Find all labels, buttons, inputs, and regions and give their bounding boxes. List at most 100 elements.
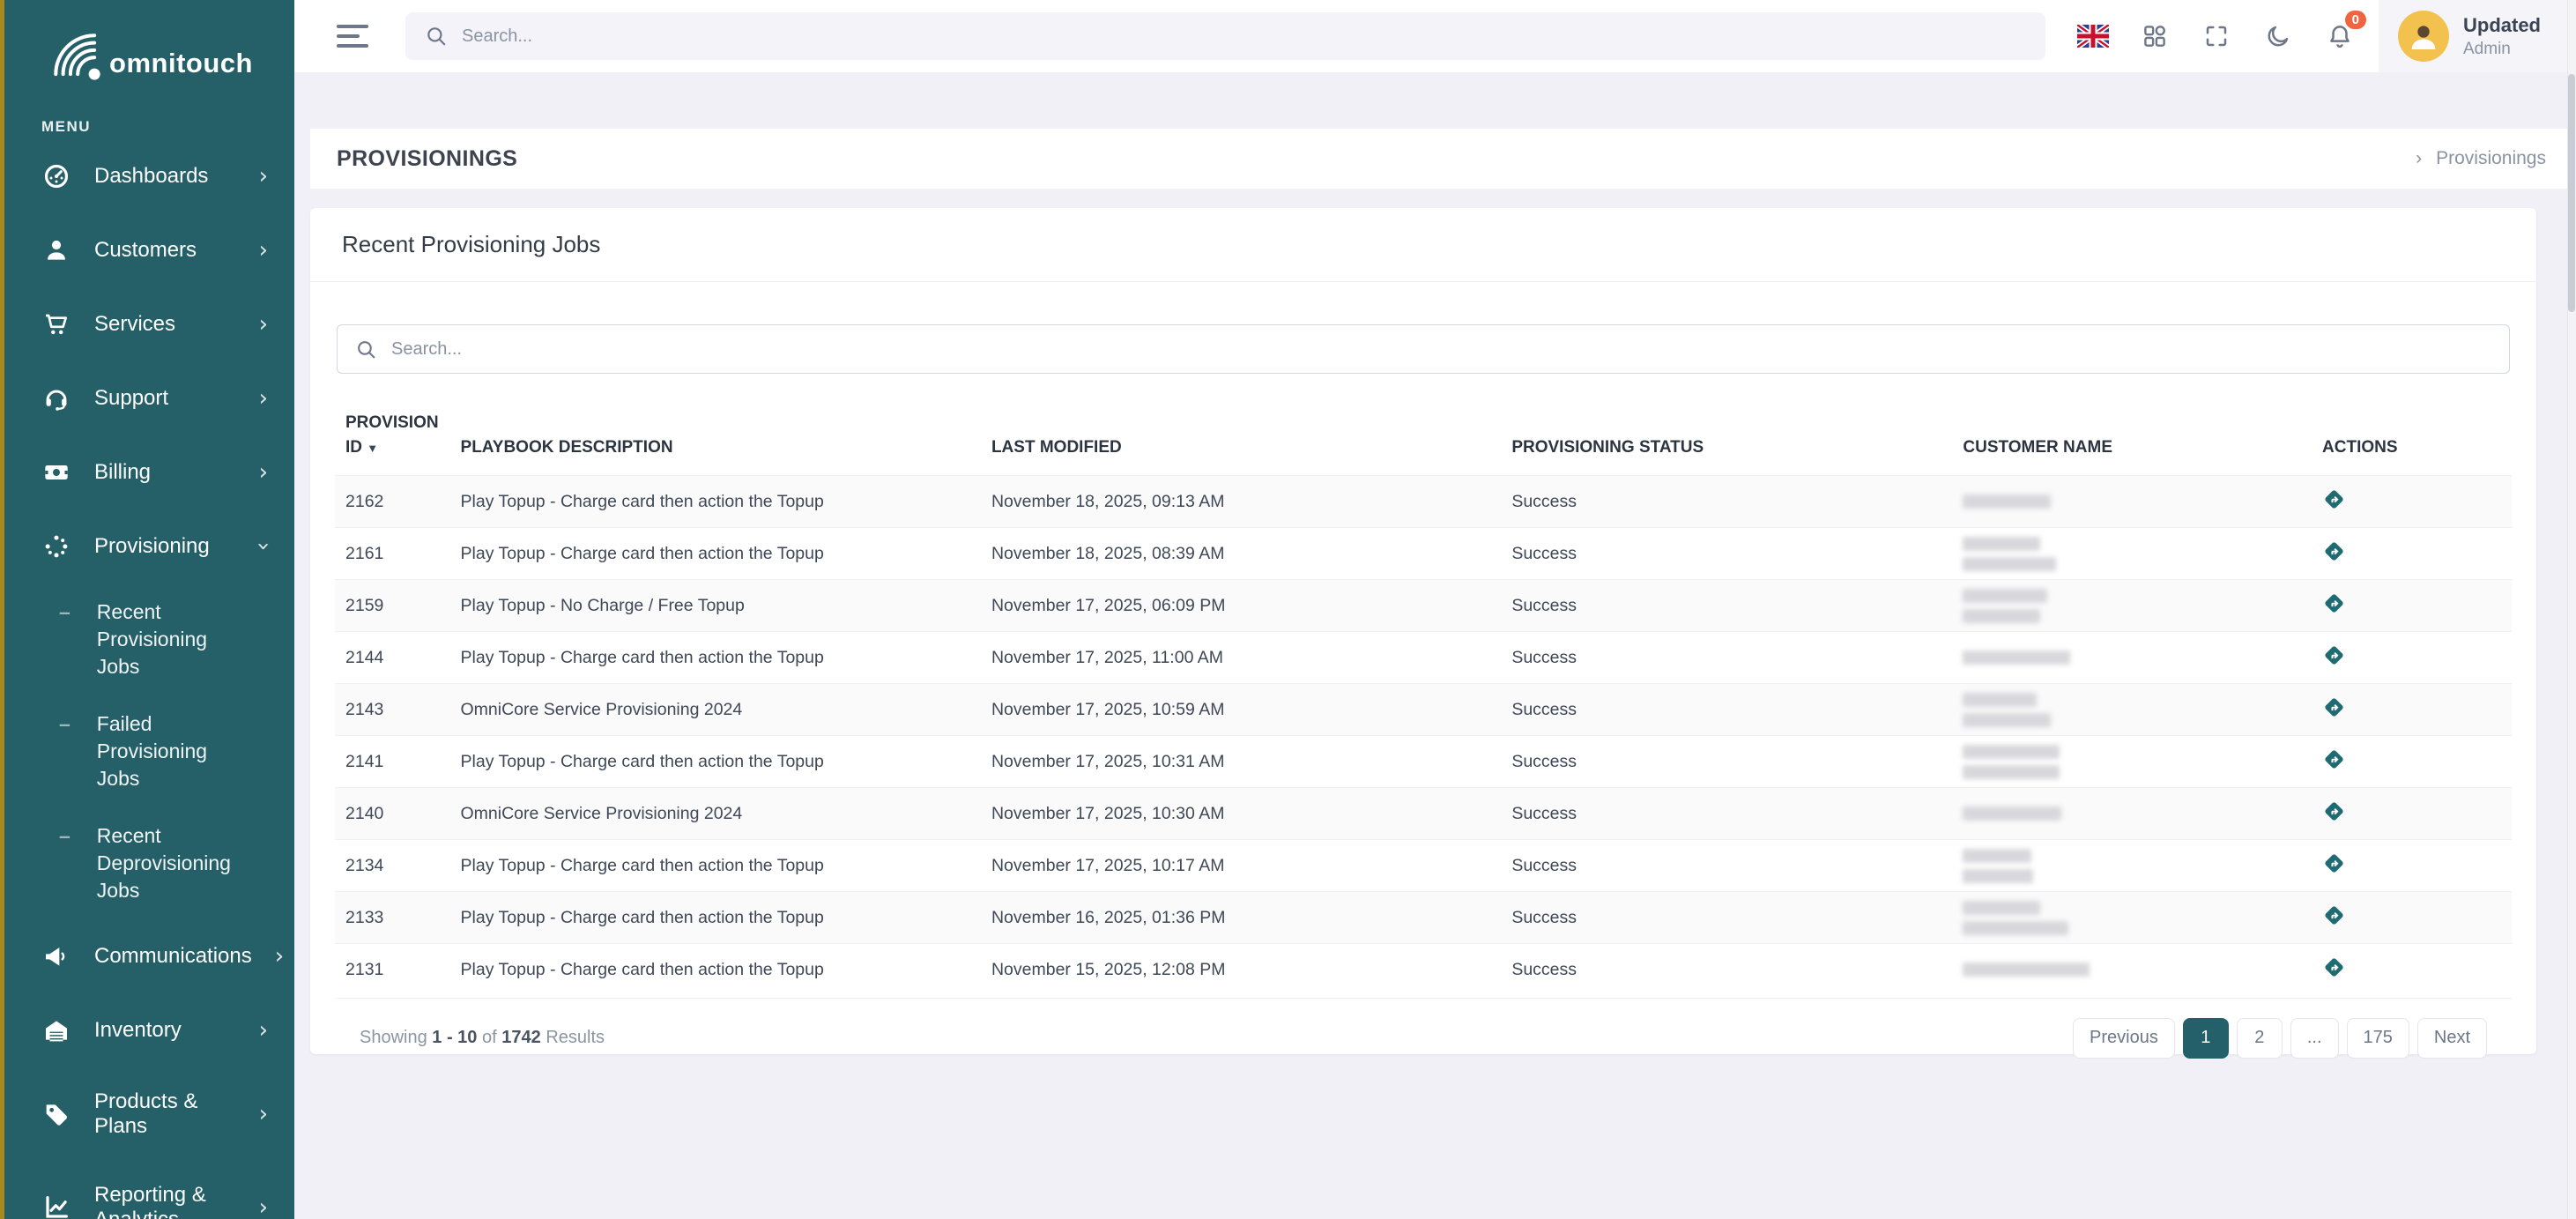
sidebar-item-provisioning[interactable]: Provisioning› bbox=[4, 509, 294, 583]
sidebar-subitem-recent-deprovisioning-jobs[interactable]: –Recent Deprovisioning Jobs bbox=[4, 807, 294, 919]
table-search bbox=[337, 324, 2510, 374]
language-flag-button[interactable] bbox=[2068, 11, 2118, 61]
cell-playbook-description: Play Topup - Charge card then action the… bbox=[450, 476, 981, 528]
chevron-right-icon: › bbox=[259, 313, 268, 336]
cell-actions bbox=[2312, 476, 2512, 528]
cell-provision-id: 2143 bbox=[335, 684, 450, 736]
table-header-row: PROVISION ID ▼PLAYBOOK DESCRIPTIONLAST M… bbox=[335, 400, 2512, 476]
cell-customer-name bbox=[1952, 788, 2312, 840]
cell-provision-id: 2144 bbox=[335, 632, 450, 684]
row-action-button[interactable] bbox=[2322, 955, 2346, 979]
cell-playbook-description: Play Topup - Charge card then action the… bbox=[450, 736, 981, 788]
directions-icon bbox=[2322, 851, 2346, 875]
sidebar-subitem-recent-provisioning-jobs[interactable]: –Recent Provisioning Jobs bbox=[4, 583, 294, 695]
headset-icon bbox=[42, 384, 71, 413]
page-button-next[interactable]: Next bbox=[2417, 1018, 2487, 1059]
moon-icon bbox=[2265, 23, 2291, 49]
cell-last-modified: November 17, 2025, 10:17 AM bbox=[981, 840, 1501, 892]
apps-grid-button[interactable] bbox=[2130, 11, 2179, 61]
pagination: Previous12...175Next bbox=[2065, 1018, 2487, 1059]
uk-flag-icon bbox=[2077, 25, 2109, 48]
main-area: 0 Updated Admin PROVISIONINGS bbox=[294, 0, 2576, 1219]
row-action-button[interactable] bbox=[2322, 643, 2346, 667]
cell-playbook-description: OmniCore Service Provisioning 2024 bbox=[450, 684, 981, 736]
fullscreen-icon bbox=[2203, 23, 2230, 49]
cell-actions bbox=[2312, 736, 2512, 788]
fullscreen-button[interactable] bbox=[2192, 11, 2241, 61]
page-button-ellipsis[interactable]: ... bbox=[2290, 1018, 2339, 1059]
sidebar-item-services[interactable]: Services› bbox=[4, 287, 294, 361]
directions-icon bbox=[2322, 747, 2346, 771]
column-header-provisioning-status[interactable]: PROVISIONING STATUS bbox=[1501, 400, 1952, 476]
notifications-button[interactable]: 0 bbox=[2315, 11, 2364, 61]
cell-provision-id: 2161 bbox=[335, 528, 450, 580]
provisioning-jobs-table: PROVISION ID ▼PLAYBOOK DESCRIPTIONLAST M… bbox=[335, 400, 2512, 996]
sidebar-item-label: Provisioning bbox=[94, 534, 210, 559]
directions-icon bbox=[2322, 799, 2346, 823]
cell-provisioning-status: Success bbox=[1501, 788, 1952, 840]
cell-actions bbox=[2312, 892, 2512, 944]
row-action-button[interactable] bbox=[2322, 747, 2346, 771]
directions-icon bbox=[2322, 539, 2346, 563]
cell-provisioning-status: Success bbox=[1501, 528, 1952, 580]
row-action-button[interactable] bbox=[2322, 695, 2346, 719]
sidebar-item-inventory[interactable]: Inventory› bbox=[4, 993, 294, 1067]
redacted-customer-name bbox=[1963, 849, 2031, 863]
table-row: 2131Play Topup - Charge card then action… bbox=[335, 944, 2512, 996]
column-header-last-modified[interactable]: LAST MODIFIED bbox=[981, 400, 1501, 476]
brand-logo[interactable]: omnitouch bbox=[4, 0, 294, 85]
apps-icon bbox=[2142, 23, 2168, 49]
cell-actions bbox=[2312, 632, 2512, 684]
sidebar-item-label: Products & Plans bbox=[94, 1089, 236, 1139]
page-button-175[interactable]: 175 bbox=[2347, 1018, 2409, 1059]
sidebar-item-label: Inventory bbox=[94, 1018, 182, 1043]
directions-icon bbox=[2322, 903, 2346, 927]
dark-mode-button[interactable] bbox=[2253, 11, 2303, 61]
table-row: 2141Play Topup - Charge card then action… bbox=[335, 736, 2512, 788]
table-footer: Showing 1 - 10 of 1742 Results Previous1… bbox=[335, 998, 2512, 1081]
column-header-customer-name[interactable]: CUSTOMER NAME bbox=[1952, 400, 2312, 476]
megaphone-icon bbox=[42, 942, 71, 970]
chevron-right-icon: › bbox=[259, 461, 268, 484]
row-action-button[interactable] bbox=[2322, 799, 2346, 823]
table-search-input[interactable] bbox=[391, 339, 2491, 360]
row-action-button[interactable] bbox=[2322, 591, 2346, 615]
sidebar: omnitouch MENU Dashboards›Customers›Serv… bbox=[0, 0, 294, 1219]
sidebar-item-reporting-analytics[interactable]: Reporting & Analytics› bbox=[4, 1161, 294, 1219]
global-search-input[interactable] bbox=[462, 26, 2026, 47]
page-button-previous[interactable]: Previous bbox=[2073, 1018, 2175, 1059]
page-button-1[interactable]: 1 bbox=[2183, 1018, 2229, 1059]
chevron-right-icon: › bbox=[259, 1103, 268, 1126]
row-action-button[interactable] bbox=[2322, 851, 2346, 875]
sidebar-item-communications[interactable]: Communications› bbox=[4, 919, 294, 993]
cell-customer-name bbox=[1952, 736, 2312, 788]
sidebar-item-dashboards[interactable]: Dashboards› bbox=[4, 139, 294, 213]
chevron-right-icon: › bbox=[259, 1196, 268, 1219]
column-header-provision-id[interactable]: PROVISION ID ▼ bbox=[335, 400, 450, 476]
sidebar-subitem-failed-provisioning-jobs[interactable]: –Failed Provisioning Jobs bbox=[4, 695, 294, 807]
redacted-customer-name bbox=[1963, 765, 2060, 779]
chart-icon bbox=[42, 1193, 71, 1219]
cell-actions bbox=[2312, 684, 2512, 736]
spinner-icon bbox=[42, 532, 71, 561]
sidebar-item-products-plans[interactable]: Products & Plans › bbox=[4, 1067, 294, 1161]
cell-customer-name bbox=[1952, 840, 2312, 892]
chevron-right-icon: › bbox=[275, 945, 284, 968]
breadcrumb-current[interactable]: Provisionings bbox=[2436, 148, 2546, 169]
hamburger-menu-icon[interactable] bbox=[337, 23, 372, 49]
page-button-2[interactable]: 2 bbox=[2237, 1018, 2283, 1059]
page-scrollbar[interactable] bbox=[2567, 0, 2576, 1219]
sidebar-item-customers[interactable]: Customers› bbox=[4, 213, 294, 287]
app-root: omnitouch MENU Dashboards›Customers›Serv… bbox=[0, 0, 2576, 1219]
row-action-button[interactable] bbox=[2322, 487, 2346, 511]
sidebar-item-support[interactable]: Support› bbox=[4, 361, 294, 435]
column-header-playbook-description[interactable]: PLAYBOOK DESCRIPTION bbox=[450, 400, 981, 476]
sidebar-item-billing[interactable]: Billing› bbox=[4, 435, 294, 509]
column-header-actions[interactable]: ACTIONS bbox=[2312, 400, 2512, 476]
sidebar-subitem-label: Failed Provisioning Jobs bbox=[97, 710, 241, 792]
topbar: 0 Updated Admin bbox=[294, 0, 2576, 72]
row-action-button[interactable] bbox=[2322, 539, 2346, 563]
user-menu[interactable]: Updated Admin bbox=[2379, 0, 2576, 72]
row-action-button[interactable] bbox=[2322, 903, 2346, 927]
scrollbar-thumb[interactable] bbox=[2568, 74, 2575, 312]
